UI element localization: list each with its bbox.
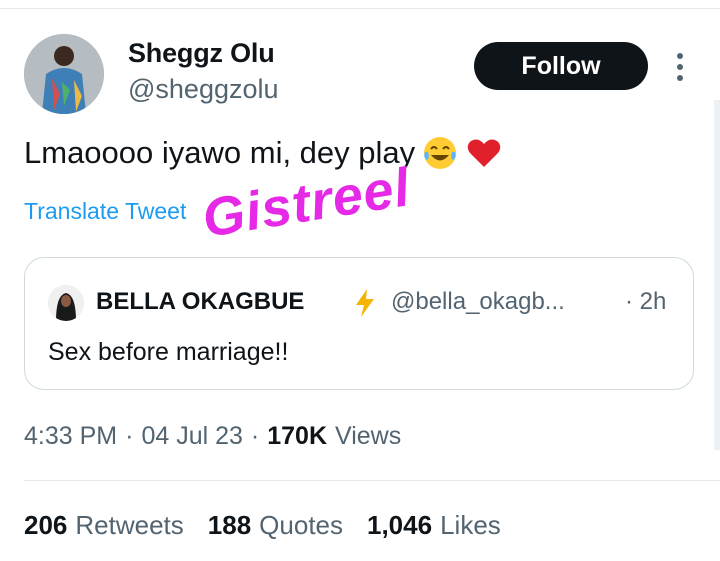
- retweets-stat[interactable]: 206 Retweets: [24, 510, 184, 541]
- quoted-tweet-card[interactable]: BELLA OKAGBUE @bella_okagb... · 2h Sex b…: [24, 257, 694, 390]
- red-heart-icon: [465, 134, 503, 172]
- tweet-meta: 4:33 PM · 04 Jul 23 · 170K Views: [24, 422, 401, 451]
- author-name[interactable]: Sheggz Olu: [128, 38, 275, 69]
- views-label: Views: [335, 422, 402, 450]
- engagement-stats: 206 Retweets 188 Quotes 1,046 Likes: [24, 510, 501, 541]
- quoted-tweet-text: Sex before marriage!!: [48, 338, 289, 366]
- quotes-count: 188: [207, 510, 252, 540]
- views-count: 170K: [267, 422, 327, 450]
- meta-separator: ·: [125, 422, 134, 450]
- author-avatar[interactable]: [24, 34, 104, 114]
- tweet-text-row: Lmaoooo iyawo mi, dey play: [24, 134, 503, 172]
- likes-label: Likes: [440, 510, 501, 540]
- meta-separator: ·: [250, 422, 260, 450]
- quoted-timestamp: · 2h: [625, 288, 667, 315]
- likes-stat[interactable]: 1,046 Likes: [367, 510, 501, 541]
- divider: [24, 480, 720, 481]
- tweet-date[interactable]: 04 Jul 23: [141, 422, 242, 451]
- quoted-author-handle[interactable]: @bella_okagb...: [391, 288, 565, 316]
- likes-count: 1,046: [367, 510, 433, 540]
- lightning-bolt-icon: [353, 288, 377, 318]
- author-handle[interactable]: @sheggzolu: [128, 74, 279, 105]
- scrollbar[interactable]: [714, 100, 720, 450]
- top-divider: [0, 8, 720, 9]
- tweet-time[interactable]: 4:33 PM: [24, 422, 117, 451]
- quotes-label: Quotes: [259, 510, 343, 540]
- face-with-tears-of-joy-icon: [421, 134, 459, 172]
- retweets-count: 206: [24, 510, 68, 540]
- more-options-icon[interactable]: [675, 51, 685, 83]
- retweets-label: Retweets: [75, 510, 184, 540]
- quotes-stat[interactable]: 188 Quotes: [208, 510, 343, 541]
- quoted-author-avatar[interactable]: [48, 285, 84, 321]
- quoted-author-name[interactable]: BELLA OKAGBUE: [96, 288, 304, 316]
- follow-button[interactable]: Follow: [474, 42, 648, 90]
- translate-tweet-link[interactable]: Translate Tweet: [24, 198, 186, 225]
